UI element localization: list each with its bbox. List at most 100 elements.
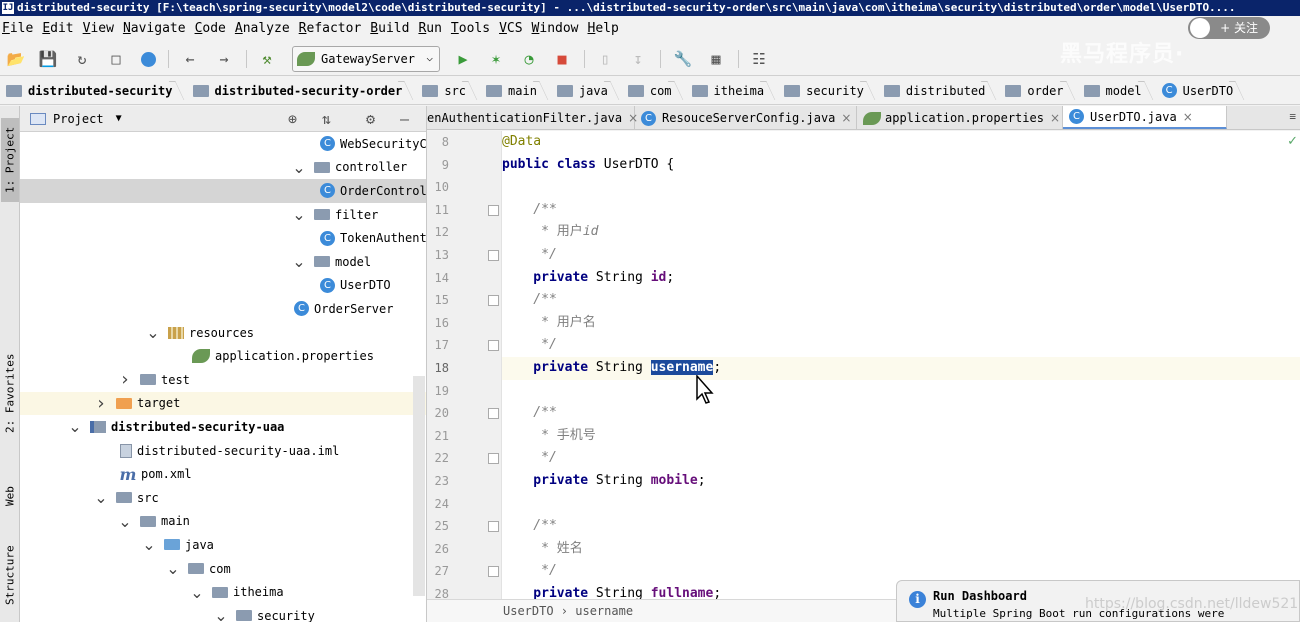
code-line[interactable]: /** (502, 515, 1300, 538)
menu-edit[interactable]: Edit (42, 21, 79, 36)
chevron-down-icon[interactable]: ⌄ (94, 488, 108, 507)
menu-build[interactable]: Build (370, 21, 415, 36)
breadcrumb-item[interactable]: src (422, 77, 474, 104)
chevron-right-icon[interactable]: › (118, 369, 132, 390)
code-line[interactable]: * 用户id (502, 221, 1300, 244)
tree-row[interactable]: C OrderServer (20, 297, 426, 321)
chevron-down-icon[interactable]: ⌄ (214, 606, 228, 622)
tree-row[interactable]: ⌄ main (20, 510, 426, 534)
code-line[interactable]: private String id; (502, 267, 1300, 290)
editor-tab[interactable]: C ResouceServerConfig.java × (635, 106, 857, 129)
vcs-update-icon[interactable]: ▯ (595, 49, 615, 69)
favorites-tool-tab[interactable]: 2: Favorites (1, 350, 19, 436)
chevron-down-icon[interactable]: ⌄ (68, 417, 82, 436)
code-editor[interactable]: @Data public class UserDTO { /** * 用户id *… (502, 131, 1300, 599)
tabs-overflow-menu-icon[interactable]: ≡ (1289, 110, 1296, 123)
fold-marker-icon[interactable] (488, 521, 499, 533)
web-tool-tab[interactable]: Web (1, 476, 19, 516)
tree-row[interactable]: C UserDTO (20, 274, 426, 298)
menu-help[interactable]: Help (588, 21, 625, 36)
breadcrumb-item[interactable]: order (1005, 77, 1071, 104)
tree-row[interactable]: application.properties (20, 344, 426, 368)
follow-button[interactable]: + 关注 (1188, 17, 1270, 39)
menu-window[interactable]: Window (532, 21, 585, 36)
tree-row[interactable]: ⌄ com (20, 557, 426, 581)
tree-row[interactable]: ⌄ src (20, 486, 426, 510)
code-line[interactable] (502, 493, 1300, 516)
structure-tool-tab[interactable]: Structure (1, 542, 19, 608)
editor-tab[interactable]: C UserDTO.java × (1063, 106, 1227, 129)
tree-row[interactable]: ⌄ itheima (20, 580, 426, 604)
project-tool-tab[interactable]: 1: Project (1, 118, 19, 202)
stop-icon[interactable]: ■ (552, 49, 572, 69)
code-line[interactable]: /** (502, 199, 1300, 222)
menu-vcs[interactable]: VCS (499, 21, 528, 36)
chevron-down-icon[interactable]: ⌄ (292, 252, 306, 271)
fold-marker-icon[interactable] (488, 250, 499, 261)
fold-marker-icon[interactable] (488, 204, 499, 216)
fold-marker-icon[interactable] (488, 408, 499, 420)
tree-row[interactable]: ⌄ controller (20, 156, 426, 180)
tree-row[interactable]: m pom.xml (20, 462, 426, 486)
coverage-icon[interactable]: ◔ (519, 49, 539, 69)
chevron-down-icon[interactable]: ⌄ (142, 535, 156, 554)
tree-row[interactable]: ⌄ model (20, 250, 426, 274)
code-line[interactable]: /** (502, 402, 1300, 425)
folder-icon[interactable]: □ (106, 49, 126, 69)
breadcrumb-item[interactable]: main (486, 77, 545, 104)
menu-file[interactable]: File (2, 21, 39, 36)
menu-refactor[interactable]: Refactor (299, 21, 368, 36)
chevron-down-icon[interactable]: ▼ (116, 113, 122, 124)
code-line[interactable]: * 用户名 (502, 312, 1300, 335)
code-line[interactable] (502, 176, 1300, 199)
menu-code[interactable]: Code (195, 21, 232, 36)
breadcrumb-item[interactable]: distributed-security-order (192, 77, 411, 104)
locate-target-icon[interactable]: ⊕ (288, 110, 297, 128)
chevron-down-icon[interactable]: ⌄ (118, 512, 132, 531)
synchronize-icon[interactable]: ↻ (72, 49, 92, 69)
tree-row[interactable]: C WebSecurityCo (20, 132, 426, 156)
code-line[interactable] (502, 380, 1300, 403)
breadcrumb-item[interactable]: com (627, 77, 680, 104)
chevron-down-icon[interactable]: ⌄ (292, 158, 306, 177)
project-structure-icon[interactable]: ▦ (706, 49, 726, 69)
breadcrumb-item[interactable]: java (556, 77, 616, 104)
project-view-select[interactable]: Project (53, 112, 104, 126)
chevron-right-icon[interactable]: › (94, 393, 108, 414)
class-icon[interactable] (138, 49, 158, 69)
code-line[interactable]: */ (502, 334, 1300, 357)
breadcrumb-item[interactable]: security (784, 77, 872, 104)
run-icon[interactable]: ▶ (453, 49, 473, 69)
code-line[interactable]: */ (502, 244, 1300, 267)
chevron-down-icon[interactable]: ⌄ (190, 583, 204, 602)
tree-row[interactable]: ⌄ java (20, 533, 426, 557)
code-line[interactable]: private String mobile; (502, 470, 1300, 493)
gear-icon[interactable]: ⚙ (366, 110, 375, 128)
breadcrumb-item[interactable]: C UserDTO (1161, 77, 1242, 104)
save-all-icon[interactable]: 💾 (38, 49, 58, 69)
wrench-settings-icon[interactable]: 🔧 (673, 49, 693, 69)
fold-marker-icon[interactable] (488, 295, 499, 307)
close-icon[interactable]: × (1183, 110, 1193, 124)
breadcrumb-item[interactable]: distributed (883, 77, 993, 104)
tree-row[interactable]: ⌄ security (20, 604, 426, 622)
debug-icon[interactable]: ✶ (486, 49, 506, 69)
fold-marker-icon[interactable] (488, 566, 499, 578)
breadcrumb-item[interactable]: itheima (691, 77, 773, 104)
editor-tab[interactable]: application.properties × (857, 106, 1063, 129)
chevron-down-icon[interactable]: ⌄ (146, 323, 160, 342)
chevron-down-icon[interactable]: ⌄ (292, 205, 306, 224)
editor-tab[interactable]: enAuthenticationFilter.java × (427, 106, 638, 129)
breadcrumb-item[interactable]: distributed-security (6, 77, 181, 104)
project-scrollbar[interactable] (413, 376, 425, 596)
code-line[interactable]: /** (502, 289, 1300, 312)
code-line[interactable]: * 姓名 (502, 538, 1300, 561)
code-line[interactable]: * 手机号 (502, 425, 1300, 448)
sdk-manager-icon[interactable]: ☷ (749, 49, 769, 69)
back-arrow-icon[interactable]: ← (180, 49, 200, 69)
menu-run[interactable]: Run (418, 21, 447, 36)
minimize-icon[interactable]: — (400, 110, 409, 128)
menu-analyze[interactable]: Analyze (235, 21, 296, 36)
fold-marker-icon[interactable] (488, 340, 499, 352)
fold-marker-icon[interactable] (488, 453, 499, 465)
